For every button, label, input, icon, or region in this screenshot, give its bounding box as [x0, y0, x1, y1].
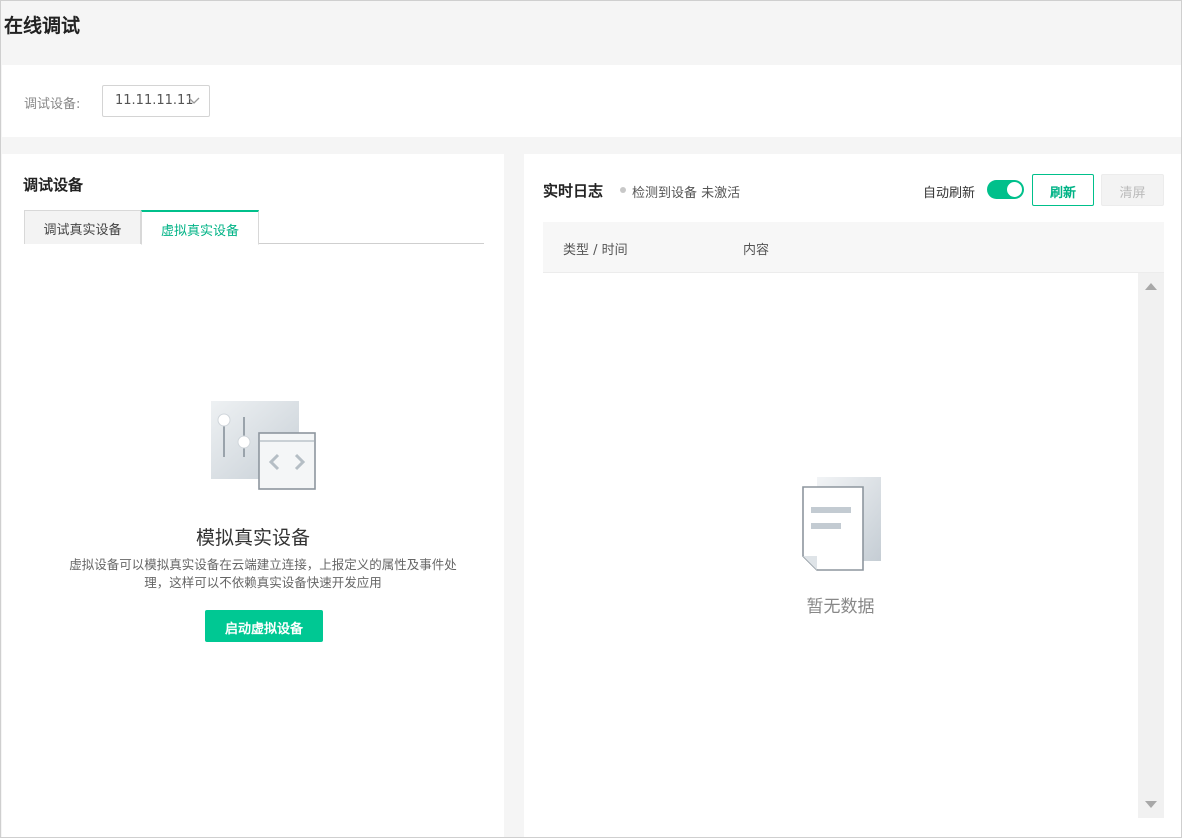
virtual-device-description: 虚拟设备可以模拟真实设备在云端建立连接，上报定义的属性及事件处理，这样可以不依赖…: [69, 557, 457, 590]
app-frame: 在线调试 调试设备: 11.11.11.11 调试设备 调试真实设备 虚拟真实设…: [0, 0, 1182, 838]
scroll-down-icon[interactable]: [1145, 801, 1157, 808]
auto-refresh-toggle[interactable]: [987, 180, 1024, 199]
device-tabs: 调试真实设备 虚拟真实设备: [24, 210, 484, 245]
virtual-device-illustration-icon: [211, 401, 316, 490]
chevron-down-icon: [188, 97, 200, 104]
status-dot-icon: [620, 187, 626, 193]
tab-real-device[interactable]: 调试真实设备: [24, 210, 141, 244]
realtime-log-panel: 实时日志 检测到设备 未激活 自动刷新 刷新 清屏 类型 / 时间 内容 暂无数…: [524, 154, 1181, 837]
device-select-value: 11.11.11.11: [115, 93, 194, 108]
column-content: 内容: [743, 243, 770, 258]
device-bar: 调试设备: 11.11.11.11: [2, 65, 1181, 137]
device-select-label: 调试设备:: [24, 97, 81, 112]
debug-device-panel: 调试设备 调试真实设备 虚拟真实设备 模拟真实设备 虚拟设备可以模拟真实设备在云…: [2, 154, 504, 837]
log-title: 实时日志: [543, 182, 604, 200]
log-scrollbar[interactable]: [1138, 273, 1164, 818]
device-status: 检测到设备 未激活: [632, 186, 741, 201]
page-title: 在线调试: [4, 15, 81, 37]
empty-state-text: 暂无数据: [806, 597, 875, 617]
toggle-knob: [1007, 182, 1022, 197]
log-table-header: 类型 / 时间 内容: [543, 222, 1164, 273]
log-table-body: 暂无数据: [543, 273, 1138, 818]
auto-refresh-label: 自动刷新: [923, 186, 976, 201]
panel-heading: 调试设备: [23, 176, 84, 194]
column-type-time: 类型 / 时间: [563, 243, 628, 258]
refresh-button[interactable]: 刷新: [1032, 174, 1094, 206]
virtual-device-title: 模拟真实设备: [195, 527, 310, 549]
tab-virtual-device[interactable]: 虚拟真实设备: [141, 210, 259, 245]
clear-screen-button[interactable]: 清屏: [1101, 174, 1164, 206]
device-select[interactable]: 11.11.11.11: [102, 85, 210, 117]
scroll-up-icon[interactable]: [1145, 283, 1157, 290]
start-virtual-device-button[interactable]: 启动虚拟设备: [205, 610, 323, 642]
empty-document-icon: [802, 477, 881, 571]
